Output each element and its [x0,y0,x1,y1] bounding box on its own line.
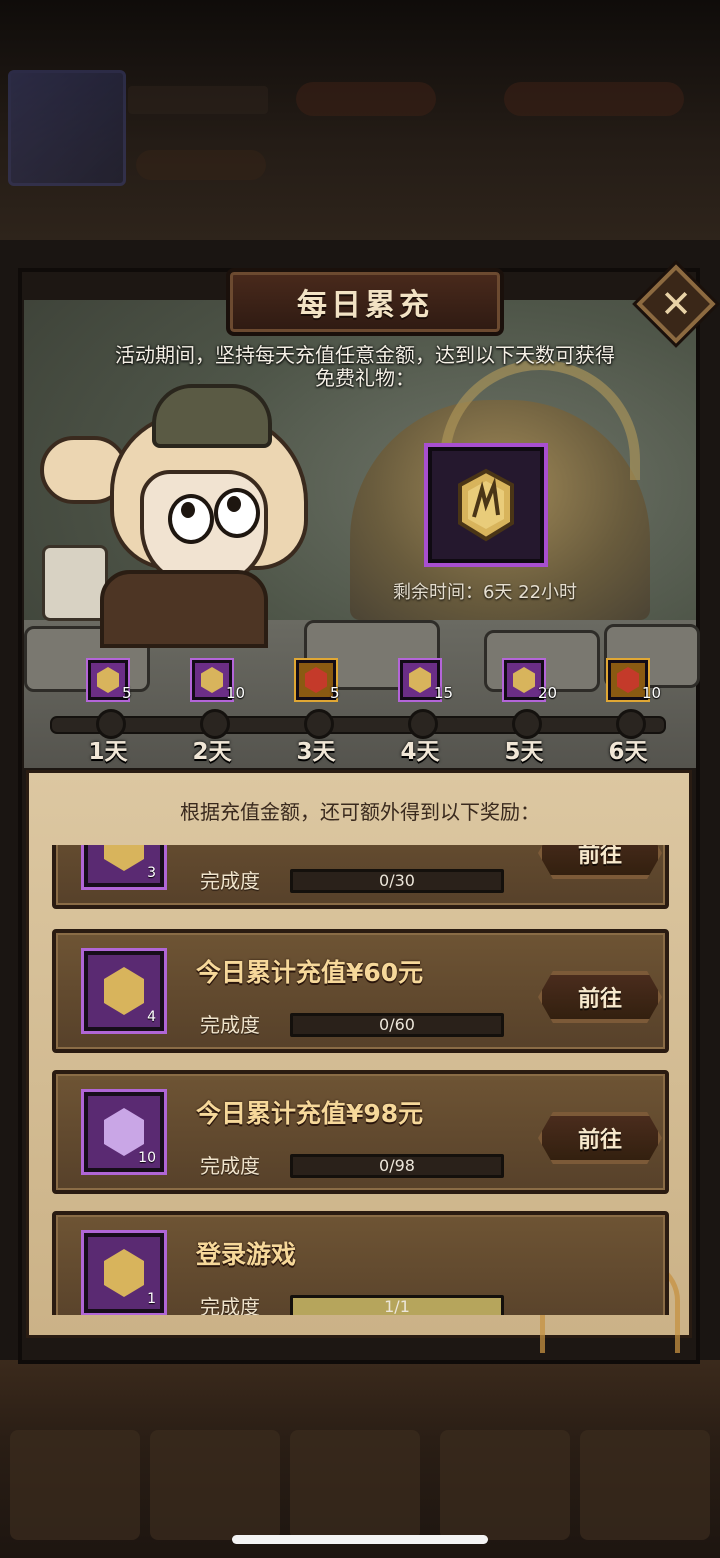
character-eye [214,488,260,538]
task-title: 今日累计充值¥98元 [196,1099,424,1128]
day-progress-track [50,716,666,734]
go-button-label: 前往 [577,845,622,868]
progress-label: 完成度 [200,1154,260,1178]
day-reward-count: 10 [226,684,246,702]
progress-text: 0/98 [379,1156,415,1175]
progress-text: 0/60 [379,1015,415,1034]
crystal-shard-icon [104,1249,144,1297]
bottom-tab [290,1430,420,1540]
close-button[interactable]: ✕ [636,264,716,344]
task-list[interactable]: 3 完成度 0/30 前往 4 今日累计充值¥60元 完成度 0/60 前往 10 今日累计充值¥9… [26,845,692,1315]
task-reward-count: 3 [147,865,156,881]
diamond-currency-bar [504,82,684,116]
day-label: 1天 [88,739,128,765]
crystal-shard-icon [104,967,144,1015]
player-avatar [8,70,126,186]
hero-card-icon [617,667,639,693]
day-label: 2天 [192,739,232,765]
day-label: 5天 [504,739,544,765]
progress-bar: 0/60 [290,1013,504,1037]
task-reward-count: 10 [138,1150,156,1166]
close-x-icon: ✕ [660,282,692,326]
task-reward-count: 4 [147,1009,156,1025]
gold-currency-bar [296,82,436,116]
go-button[interactable]: 前往 [538,845,662,879]
character-body [100,570,268,648]
bottom-tab [150,1430,280,1540]
bottom-tab [10,1430,140,1540]
crystal-shard-icon [458,468,514,542]
task-reward-count: 1 [147,1291,156,1307]
crystal-shard-icon [201,667,223,693]
bottom-tab [440,1430,570,1540]
task-reward-item[interactable]: 1 [84,1233,164,1313]
character-eye [168,494,214,544]
task-row: 1 登录游戏完成度 1/1 [52,1211,669,1315]
progress-text: 1/1 [384,1297,410,1316]
progress-bar: 1/1 [290,1295,504,1315]
crystal-shard-icon [513,667,535,693]
task-reward-item[interactable]: 4 [84,951,164,1031]
player-name-bar [128,86,268,114]
task-row: 4 今日累计充值¥60元完成度 0/60 前往 [52,929,669,1053]
progress-bar: 0/30 [290,869,504,893]
go-button[interactable]: 前往 [538,971,662,1023]
task-row: 10 今日累计充值¥98元完成度 0/98 前往 [52,1070,669,1194]
activity-description: 活动期间，坚持每天充值任意金额，达到以下天数可获得免费礼物： [115,343,615,390]
task-reward-item[interactable]: 3 [84,845,164,887]
task-reward-item[interactable]: 10 [84,1092,164,1172]
hero-card-icon [305,667,327,693]
bottom-tab [580,1430,710,1540]
title-plate: 每日累充 [226,268,504,336]
day-reward-count: 20 [538,684,558,702]
progress-bar: 0/98 [290,1154,504,1178]
scroll-backpack [42,545,108,621]
progress-label: 完成度 [200,869,260,893]
task-title: 登录游戏 [196,1240,297,1269]
dialog-title: 每日累充 [297,288,433,323]
character-hat [152,384,272,448]
day-reward-count: 5 [330,684,340,702]
go-button-label: 前往 [577,1128,622,1153]
go-button-label: 前往 [577,987,622,1012]
day-reward-count: 15 [434,684,454,702]
featured-reward-item[interactable] [428,447,544,563]
crystal-shard-icon [409,667,431,693]
day-reward-count: 10 [642,684,662,702]
crystal-shard-icon [97,667,119,693]
day-label: 6天 [608,739,648,765]
task-row: 3 完成度 0/30 前往 [52,845,669,909]
crystal-shard-icon [104,845,144,871]
progress-label: 完成度 [200,1013,260,1037]
coin-bar [136,150,266,180]
progress-text: 0/30 [379,871,415,890]
home-indicator[interactable] [232,1535,488,1544]
go-button[interactable]: 前往 [538,1112,662,1164]
day-label: 4天 [400,739,440,765]
day-label: 3天 [296,739,336,765]
task-title: 今日累计充值¥60元 [196,958,424,987]
stamp-card-icon [104,1108,144,1156]
day-reward-count: 5 [122,684,132,702]
bonus-heading: 根据充值金额，还可额外得到以下奖励： [180,800,540,824]
remaining-time: 剩余时间：6天 22小时 [392,582,578,603]
progress-label: 完成度 [200,1295,260,1315]
